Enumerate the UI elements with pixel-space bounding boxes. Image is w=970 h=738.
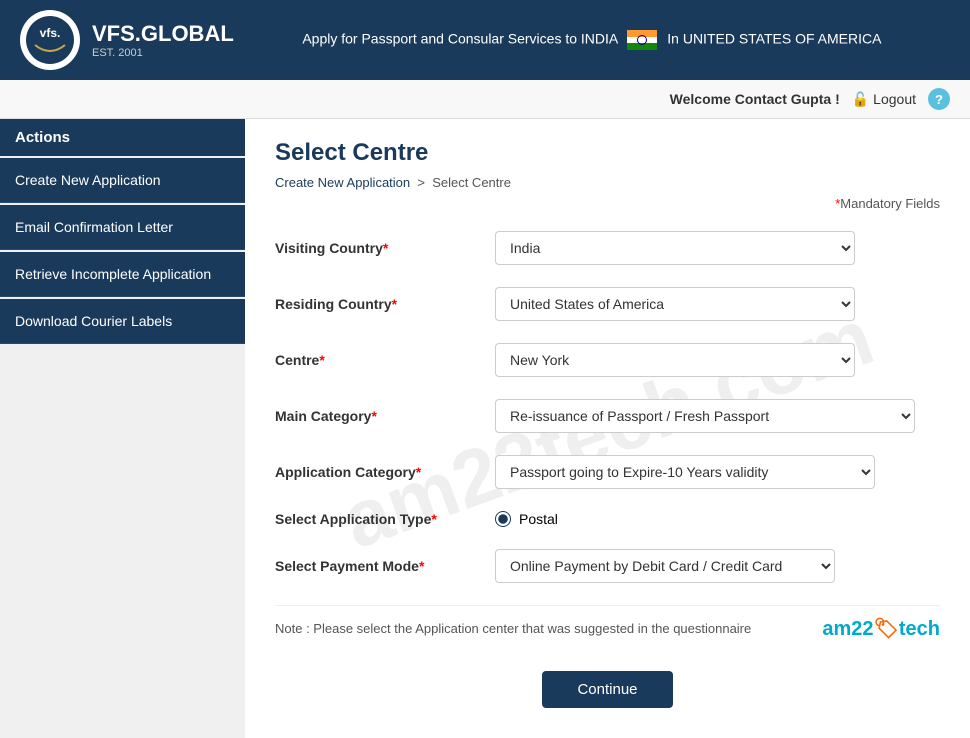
am22-brand: am22🏷tech — [822, 616, 940, 641]
welcome-text: Welcome Contact Gupta ! — [670, 91, 840, 107]
sub-header: Welcome Contact Gupta ! 🔓 Logout ? — [0, 80, 970, 119]
continue-button[interactable]: Continue — [542, 671, 672, 708]
note-text: Note : Please select the Application cen… — [275, 621, 751, 636]
logo: vfs. — [20, 10, 80, 70]
payment-mode-row: Select Payment Mode* Online Payment by D… — [275, 549, 940, 583]
sidebar-item-email-confirmation[interactable]: Email Confirmation Letter — [0, 205, 245, 250]
breadcrumb-link[interactable]: Create New Application — [275, 175, 410, 190]
app-type-radio-group: Postal — [495, 511, 558, 527]
residing-country-row: Residing Country* United States of Ameri… — [275, 287, 940, 321]
header: vfs. VFS.GLOBAL EST. 2001 Apply for Pass… — [0, 0, 970, 80]
residing-country-select[interactable]: United States of America — [495, 287, 855, 321]
note-row: Note : Please select the Application cen… — [275, 605, 940, 651]
sidebar-item-retrieve-incomplete[interactable]: Retrieve Incomplete Application — [0, 252, 245, 297]
sidebar-item-download-courier[interactable]: Download Courier Labels — [0, 299, 245, 344]
app-category-row: Application Category* Passport going to … — [275, 455, 940, 489]
sidebar-item-create-new-application[interactable]: Create New Application — [0, 158, 245, 203]
main-category-label: Main Category* — [275, 408, 495, 424]
centre-row: Centre* New York — [275, 343, 940, 377]
breadcrumb: Create New Application > Select Centre — [275, 175, 940, 190]
sidebar-header: Actions — [0, 119, 245, 156]
centre-select[interactable]: New York — [495, 343, 855, 377]
visiting-country-row: Visiting Country* India — [275, 231, 940, 265]
payment-mode-label: Select Payment Mode* — [275, 558, 495, 574]
postal-label: Postal — [519, 511, 558, 527]
visiting-country-select[interactable]: India — [495, 231, 855, 265]
sidebar: Actions Create New Application Email Con… — [0, 119, 245, 738]
logout-icon: 🔓 — [852, 91, 869, 108]
visiting-country-label: Visiting Country* — [275, 240, 495, 256]
svg-text:vfs.: vfs. — [40, 26, 61, 40]
app-type-row: Select Application Type* Postal — [275, 511, 940, 527]
help-button[interactable]: ? — [928, 88, 950, 110]
payment-mode-select[interactable]: Online Payment by Debit Card / Credit Ca… — [495, 549, 835, 583]
mandatory-note: *Mandatory Fields — [275, 196, 940, 211]
app-category-label: Application Category* — [275, 464, 495, 480]
logo-text: VFS.GLOBAL EST. 2001 — [92, 21, 234, 59]
page-title: Select Centre — [275, 139, 940, 167]
centre-label: Centre* — [275, 352, 495, 368]
residing-country-label: Residing Country* — [275, 296, 495, 312]
postal-radio[interactable] — [495, 511, 511, 527]
select-centre-form: Visiting Country* India Residing Country… — [275, 231, 940, 708]
app-type-label: Select Application Type* — [275, 511, 495, 527]
breadcrumb-current: Select Centre — [432, 175, 511, 190]
app-category-select[interactable]: Passport going to Expire-10 Years validi… — [495, 455, 875, 489]
header-tagline: Apply for Passport and Consular Services… — [234, 30, 950, 50]
logout-button[interactable]: 🔓 Logout — [852, 91, 916, 108]
india-flag — [627, 30, 657, 50]
main-category-select[interactable]: Re-issuance of Passport / Fresh Passport — [495, 399, 915, 433]
main-category-row: Main Category* Re-issuance of Passport /… — [275, 399, 940, 433]
content-area: am22tech.com Select Centre Create New Ap… — [245, 119, 970, 738]
main-layout: Actions Create New Application Email Con… — [0, 119, 970, 738]
